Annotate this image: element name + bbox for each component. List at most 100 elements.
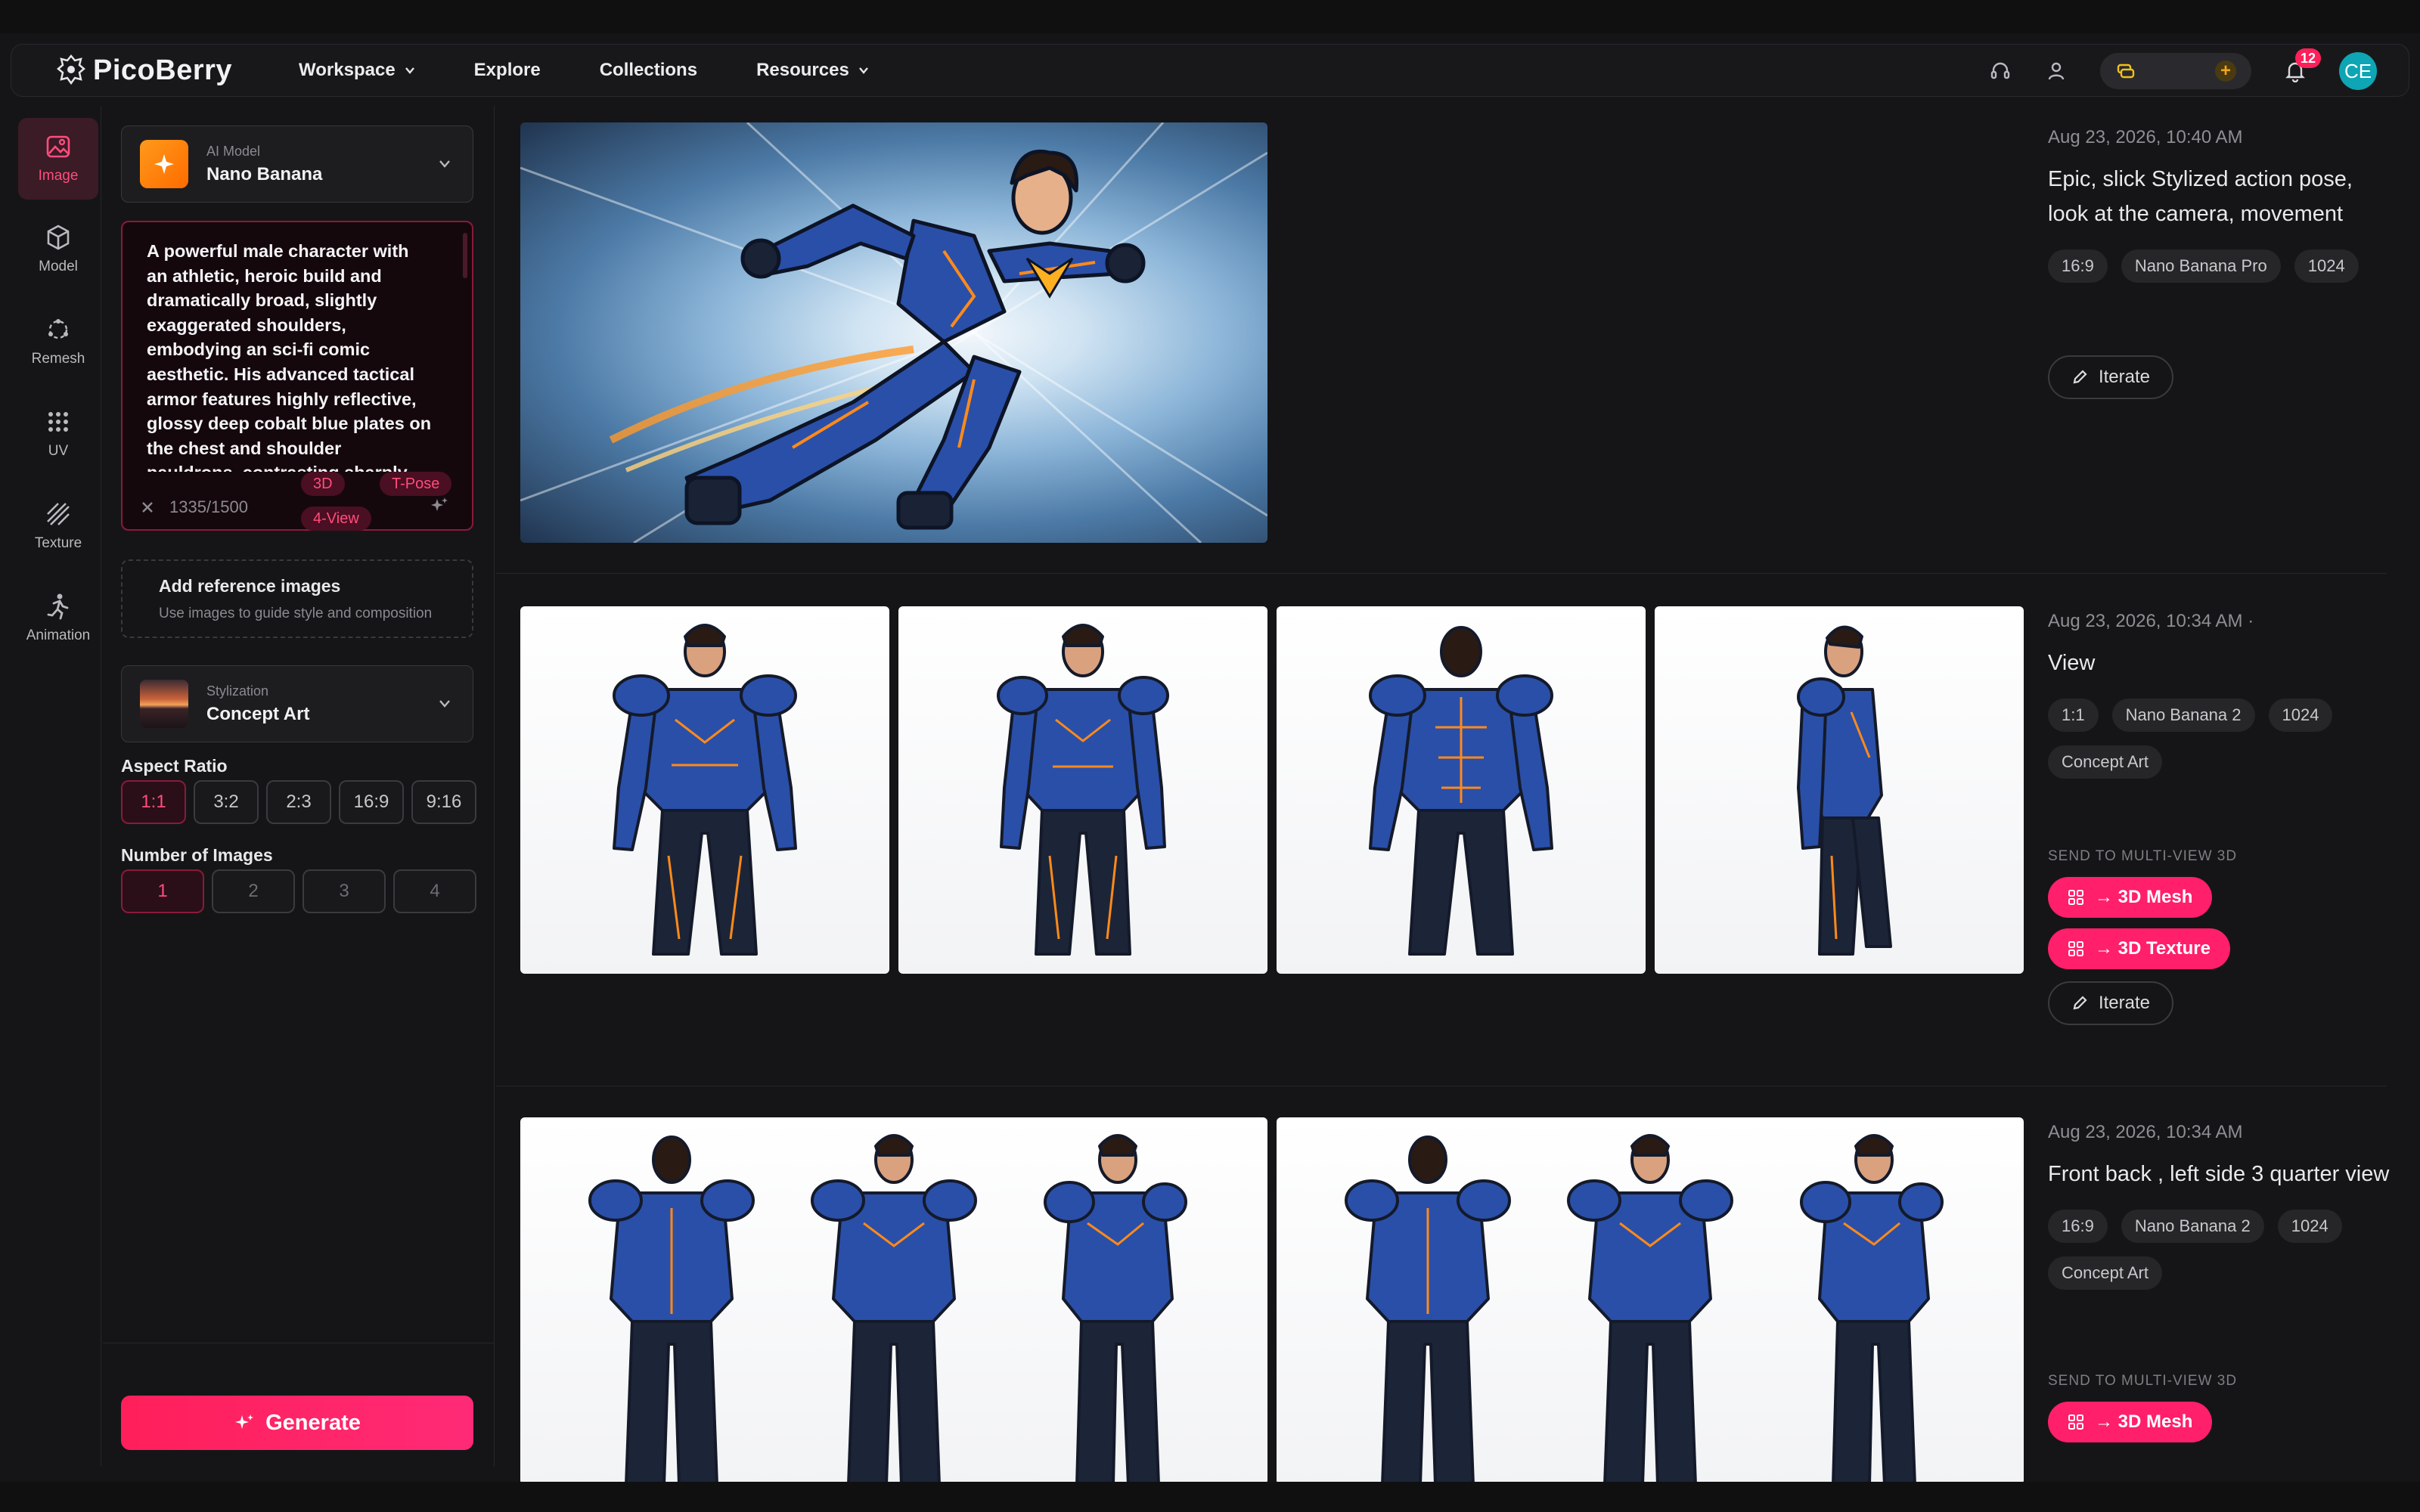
number-of-images-label: Number of Images xyxy=(121,845,273,865)
aspect-16-9[interactable]: 16:9 xyxy=(339,780,404,824)
send-3d-mesh-label: → 3D Mesh xyxy=(2095,887,2193,907)
stylization-thumbnail xyxy=(140,680,188,728)
grid-icon xyxy=(2068,1414,2083,1430)
action-row: → 3D Mesh xyxy=(2048,1402,2396,1442)
send-3d-texture-button[interactable]: → 3D Texture xyxy=(2048,928,2230,969)
result-date: Aug 23, 2026, 10:40 AM xyxy=(2048,127,2243,147)
count-1[interactable]: 1 xyxy=(121,869,204,913)
stylization-value: Concept Art xyxy=(206,703,310,724)
berry-logo-icon xyxy=(57,54,85,85)
nav-resources[interactable]: Resources xyxy=(756,60,869,81)
chip-model: Nano Banana 2 xyxy=(2121,1210,2264,1243)
nav-workspace[interactable]: Workspace xyxy=(299,60,415,81)
chip-aspect: 16:9 xyxy=(2048,1210,2108,1243)
hero-character-illustration xyxy=(520,122,1267,543)
send-3d-mesh-button[interactable]: → 3D Mesh xyxy=(2048,877,2213,918)
generated-image-back-view[interactable] xyxy=(1277,606,1646,974)
rail-image[interactable]: Image xyxy=(18,118,98,200)
generate-label: Generate xyxy=(265,1410,361,1435)
aspect-3-2[interactable]: 3:2 xyxy=(194,780,259,824)
nav-explore[interactable]: Explore xyxy=(474,60,541,81)
pencil-icon xyxy=(2073,370,2087,384)
clear-icon[interactable] xyxy=(139,499,156,516)
prompt-text[interactable]: A powerful male character with an athlet… xyxy=(147,239,434,472)
generation-panel: AI Model Nano Banana A powerful male cha… xyxy=(103,106,495,1467)
count-3[interactable]: 3 xyxy=(302,869,386,913)
ai-model-select[interactable]: AI Model Nano Banana xyxy=(121,125,473,203)
ai-model-label: AI Model xyxy=(206,143,261,159)
nav-workspace-label: Workspace xyxy=(299,60,396,80)
rail-model[interactable]: Model xyxy=(18,209,98,290)
logo[interactable]: PicoBerry xyxy=(57,54,232,87)
logo-text: PicoBerry xyxy=(93,54,233,86)
rail-uv[interactable]: UV xyxy=(18,393,98,475)
nav-collections[interactable]: Collections xyxy=(600,60,697,81)
aspect-1-1[interactable]: 1:1 xyxy=(121,780,186,824)
generated-image-front-view[interactable] xyxy=(520,606,889,974)
generated-image-action-pose[interactable] xyxy=(520,122,1267,543)
image-count-options: 1 2 3 4 xyxy=(121,869,476,913)
action-row: → 3D Mesh xyxy=(2048,877,2396,918)
nav-resources-label: Resources xyxy=(756,60,849,80)
rail-texture[interactable]: Texture xyxy=(18,485,98,567)
generated-image-side-view[interactable] xyxy=(1655,606,2024,974)
window-bottom-strip xyxy=(0,1482,2420,1512)
send-to-multiview-label: SEND TO MULTI-VIEW 3D xyxy=(2048,848,2238,864)
tool-rail: Image Model Remesh UV Texture Animation xyxy=(11,106,101,1467)
rail-remesh[interactable]: Remesh xyxy=(18,301,98,383)
sparkle-icon xyxy=(235,1414,254,1429)
tag-3d[interactable]: 3D xyxy=(301,472,345,496)
headset-icon[interactable] xyxy=(1988,59,2012,83)
iterate-button[interactable]: Iterate xyxy=(2048,981,2173,1025)
prompt-textarea[interactable]: A powerful male character with an athlet… xyxy=(121,221,473,531)
nav-explore-label: Explore xyxy=(473,60,541,80)
rail-remesh-label: Remesh xyxy=(31,351,85,367)
tag-t-pose[interactable]: T-Pose xyxy=(380,472,452,496)
count-2[interactable]: 2 xyxy=(212,869,295,913)
result-meta-3: Aug 23, 2026, 10:34 AM Front back , left… xyxy=(2048,1122,2396,1442)
character-turnaround-figures xyxy=(1345,1134,1944,1482)
aspect-2-3[interactable]: 2:3 xyxy=(266,780,331,824)
row-divider xyxy=(496,573,2387,574)
character-front-figure xyxy=(997,624,1169,956)
generated-image-front-view-2[interactable] xyxy=(898,606,1267,974)
reference-images-dropzone[interactable]: Add reference images Use images to guide… xyxy=(121,559,473,638)
enhance-prompt-icon[interactable] xyxy=(430,496,449,516)
chip-model: Nano Banana 2 xyxy=(2111,699,2255,732)
prompt-scrollbar[interactable] xyxy=(463,233,467,278)
add-credits-button[interactable]: + xyxy=(2215,60,2236,82)
rail-animation[interactable]: Animation xyxy=(18,578,98,659)
character-back-figure xyxy=(1369,626,1553,956)
stylization-select[interactable]: Stylization Concept Art xyxy=(121,665,473,742)
rail-uv-label: UV xyxy=(48,443,69,459)
chevron-down-icon xyxy=(405,67,414,74)
result-date: Aug 23, 2026, 10:34 AM xyxy=(2048,1122,2243,1142)
send-3d-mesh-label: → 3D Mesh xyxy=(2095,1411,2193,1432)
generate-button[interactable]: Generate xyxy=(121,1396,473,1450)
tag-4-view[interactable]: 4-View xyxy=(301,507,371,531)
generated-image-turnaround-2[interactable] xyxy=(1277,1117,2024,1482)
count-4[interactable]: 4 xyxy=(393,869,476,913)
credits-pill[interactable]: + xyxy=(2100,53,2251,89)
aspect-9-16[interactable]: 9:16 xyxy=(411,780,476,824)
avatar[interactable]: CE xyxy=(2339,52,2377,90)
character-side-figure xyxy=(1797,625,1892,956)
coins-icon xyxy=(2117,64,2135,79)
chip-resolution: 1024 xyxy=(2277,1210,2342,1243)
chip-aspect: 1:1 xyxy=(2048,699,2099,732)
chip-resolution: 1024 xyxy=(2294,249,2359,283)
iterate-label: Iterate xyxy=(2098,993,2151,1013)
stylization-label: Stylization xyxy=(206,683,269,699)
rail-image-label: Image xyxy=(38,168,79,184)
iterate-button[interactable]: Iterate xyxy=(2048,355,2173,399)
result-meta-1: Aug 23, 2026, 10:40 AM Epic, slick Styli… xyxy=(2048,127,2396,399)
iterate-label: Iterate xyxy=(2098,367,2151,387)
chip-aspect: 16:9 xyxy=(2048,249,2108,283)
reference-subtitle: Use images to guide style and compositio… xyxy=(159,606,433,621)
notifications-button[interactable]: 12 xyxy=(2283,48,2321,83)
nav-collections-label: Collections xyxy=(599,60,698,80)
generated-image-turnaround-1[interactable] xyxy=(520,1117,1267,1482)
user-icon[interactable] xyxy=(2044,59,2068,83)
grid-icon xyxy=(2068,941,2083,956)
send-3d-mesh-button[interactable]: → 3D Mesh xyxy=(2048,1402,2213,1442)
